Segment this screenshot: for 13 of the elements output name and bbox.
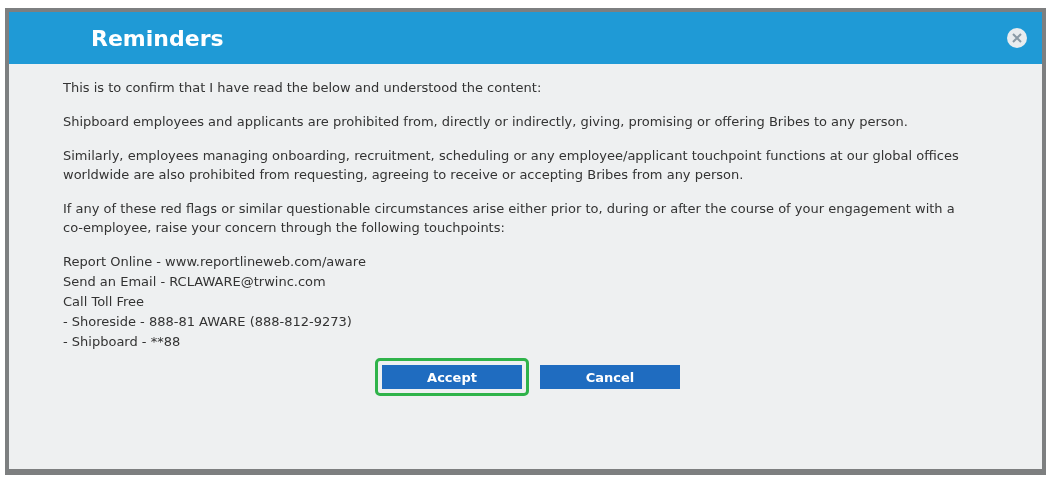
contact-line: Call Toll Free: [63, 293, 146, 311]
accept-button[interactable]: Accept: [375, 358, 529, 396]
close-icon: [1006, 27, 1028, 49]
contact-line: - Shipboard - **88: [63, 333, 182, 351]
contact-line: - Shoreside - 888-81 AWARE (888-812-9273): [63, 313, 353, 331]
close-button[interactable]: [1006, 27, 1028, 49]
paragraph: Similarly, employees managing onboarding, recruitment, scheduling or any employee/applicant touchpoint functions at our global offices worldwide are also prohibited from requesting, agreeing to receive or accepting Bribes from any person.: [63, 147, 960, 184]
paragraph: Shipboard employees and applicants are prohibited from, directly or indirectly, giving, promising or offering Bribes to any person.: [63, 113, 909, 131]
paragraph: This is to confirm that I have read the below and understood the content:: [63, 79, 543, 97]
contact-line: Send an Email - RCLAWARE@trwinc.com: [63, 273, 327, 291]
contact-line: Report Online - www.reportlineweb.com/aware: [63, 253, 367, 271]
paragraph: If any of these red flags or similar questionable circumstances arise either prior to, during or after the course of your engagement with a co-employee, raise your concern through the following touchpoints:: [63, 200, 956, 237]
dialog-title: Reminders: [91, 25, 224, 51]
